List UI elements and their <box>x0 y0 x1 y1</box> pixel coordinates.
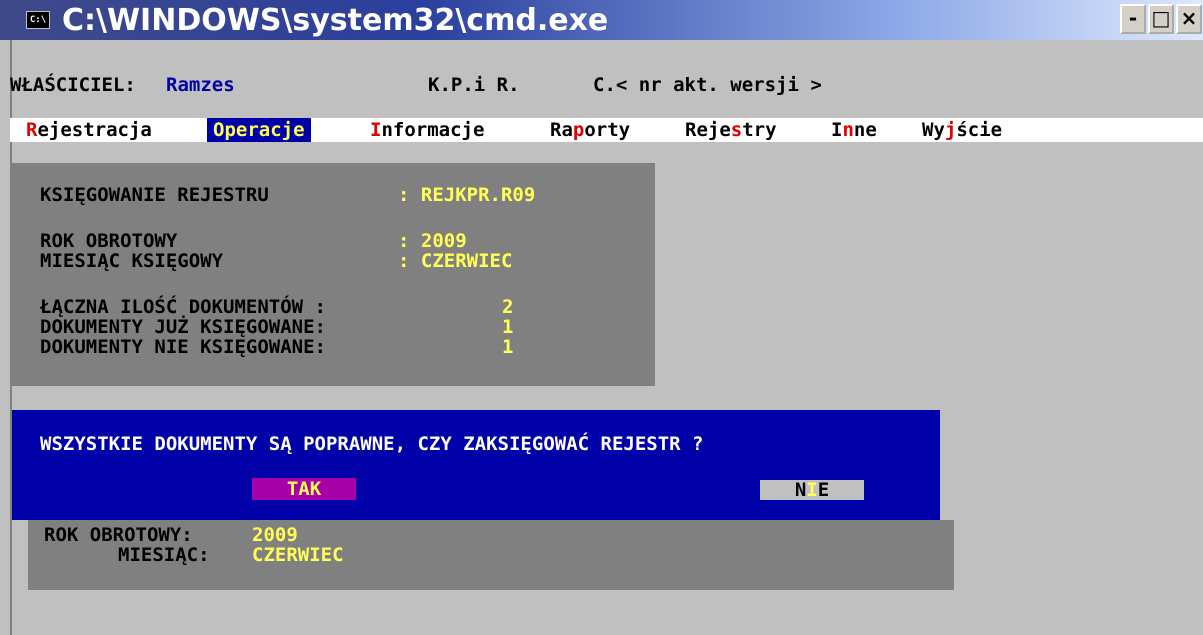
maximize-button[interactable]: □ <box>1148 4 1174 34</box>
window-title: C:\WINDOWS\system32\cmd.exe <box>62 3 609 38</box>
menu-raporty[interactable]: Raporty <box>550 119 630 141</box>
app-name: K.P.i R. <box>428 74 520 96</box>
close-button[interactable]: × <box>1176 4 1202 34</box>
confirm-dialog <box>12 410 940 520</box>
total-docs-label: ŁĄCZNA ILOŚĆ DOKUMENTÓW : <box>40 296 326 318</box>
menu-rejestracja[interactable]: Rejestracja <box>26 119 152 141</box>
lower-month-label: MIESIĄC: <box>118 544 210 566</box>
owner-label: WŁAŚCICIEL: <box>10 74 136 96</box>
window-titlebar[interactable]: C:\ C:\WINDOWS\system32\cmd.exe - □ × <box>0 0 1203 40</box>
total-docs-value: 2 <box>502 296 514 318</box>
register-label: KSIĘGOWANIE REJESTRU <box>40 184 269 206</box>
menu-wyjscie[interactable]: Wyjście <box>922 119 1002 141</box>
unposted-docs-label: DOKUMENTY NIE KSIĘGOWANE: <box>40 336 326 358</box>
year-value: : 2009 <box>398 230 467 252</box>
month-label: MIESIĄC KSIĘGOWY <box>40 250 224 272</box>
owner-value: Ramzes <box>166 74 235 96</box>
minimize-button[interactable]: - <box>1120 4 1146 34</box>
lower-year-label: ROK OBROTOWY: <box>44 524 193 546</box>
posted-docs-label: DOKUMENTY JUŻ KSIĘGOWANE: <box>40 316 326 338</box>
posted-docs-value: 1 <box>502 316 514 338</box>
menu-rejestry[interactable]: Rejestry <box>685 119 777 141</box>
menu-operacje[interactable]: Operacje <box>207 118 311 142</box>
lower-year-value: 2009 <box>252 524 298 546</box>
register-value: : REJKPR.R09 <box>398 184 536 206</box>
menu-informacje[interactable]: Informacje <box>370 119 484 141</box>
console-app-icon[interactable]: C:\ <box>26 11 50 29</box>
menu-inne[interactable]: Inne <box>831 119 877 141</box>
version-info: C.< nr akt. wersji > <box>593 74 822 96</box>
year-label: ROK OBROTOWY <box>40 230 178 252</box>
month-value: : CZERWIEC <box>398 250 513 272</box>
yes-button[interactable]: TAK <box>252 478 356 500</box>
confirm-question: WSZYSTKIE DOKUMENTY SĄ POPRAWNE, CZY ZAK… <box>40 433 704 455</box>
lower-month-value: CZERWIEC <box>252 544 344 566</box>
main-menu-bar: Rejestracja Operacje Informacje Raporty … <box>10 118 1203 142</box>
no-button[interactable]: NIE <box>760 480 864 500</box>
unposted-docs-value: 1 <box>502 336 514 358</box>
